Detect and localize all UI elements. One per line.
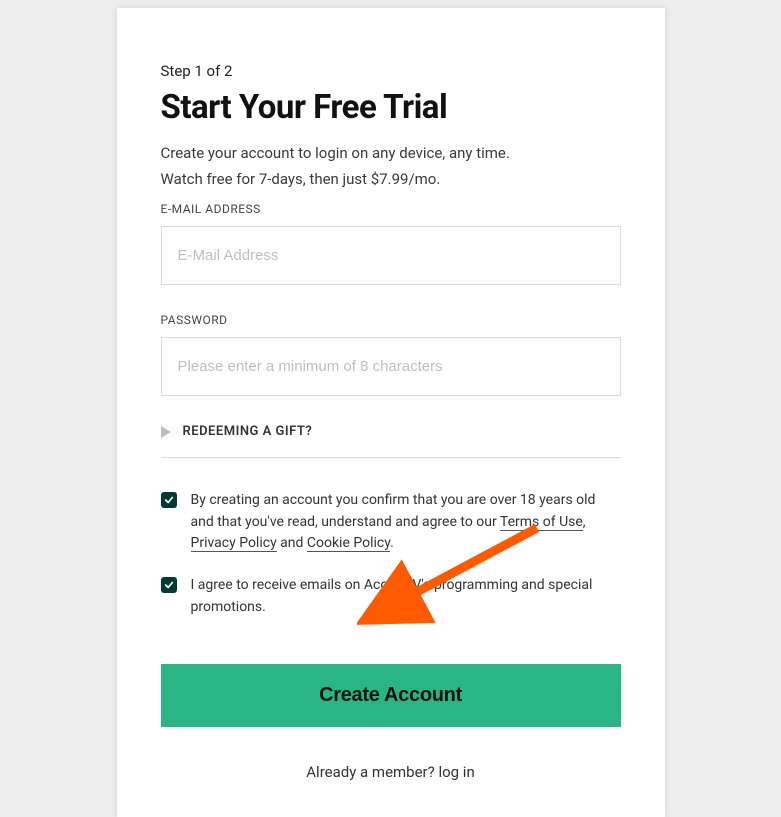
terms-checkbox[interactable] — [161, 492, 177, 508]
desc-line-2: Watch free for 7-days, then just $7.99/m… — [161, 170, 441, 188]
step-indicator: Step 1 of 2 — [161, 62, 621, 80]
password-label: PASSWORD — [161, 313, 621, 327]
check-icon — [164, 580, 174, 590]
marketing-row: I agree to receive emails on Acorn TV's … — [161, 575, 621, 618]
chevron-right-icon — [161, 426, 171, 438]
login-link[interactable]: log in — [438, 763, 474, 781]
terms-row: By creating an account you confirm that … — [161, 490, 621, 555]
terms-of-use-link[interactable]: Terms of Use — [500, 514, 583, 531]
create-account-button[interactable]: Create Account — [161, 664, 621, 727]
page-title: Start Your Free Trial — [161, 88, 621, 127]
email-label: E-MAIL ADDRESS — [161, 202, 621, 216]
marketing-text: I agree to receive emails on Acorn TV's … — [191, 575, 621, 618]
password-field[interactable] — [161, 337, 621, 396]
desc-line-1: Create your account to login on any devi… — [161, 144, 510, 162]
marketing-checkbox[interactable] — [161, 577, 177, 593]
email-field[interactable] — [161, 226, 621, 285]
terms-text: By creating an account you confirm that … — [191, 490, 621, 555]
login-row: Already a member? log in — [161, 763, 621, 781]
privacy-policy-link[interactable]: Privacy Policy — [191, 535, 277, 552]
cookie-policy-link[interactable]: Cookie Policy — [307, 535, 390, 552]
signup-card: Step 1 of 2 Start Your Free Trial Create… — [117, 8, 665, 817]
check-icon — [164, 495, 174, 505]
redeem-label: REDEEMING A GIFT? — [183, 424, 313, 439]
login-prompt: Already a member? — [306, 763, 438, 781]
description: Create your account to login on any devi… — [161, 141, 621, 192]
redeem-gift-toggle[interactable]: REDEEMING A GIFT? — [161, 418, 621, 458]
